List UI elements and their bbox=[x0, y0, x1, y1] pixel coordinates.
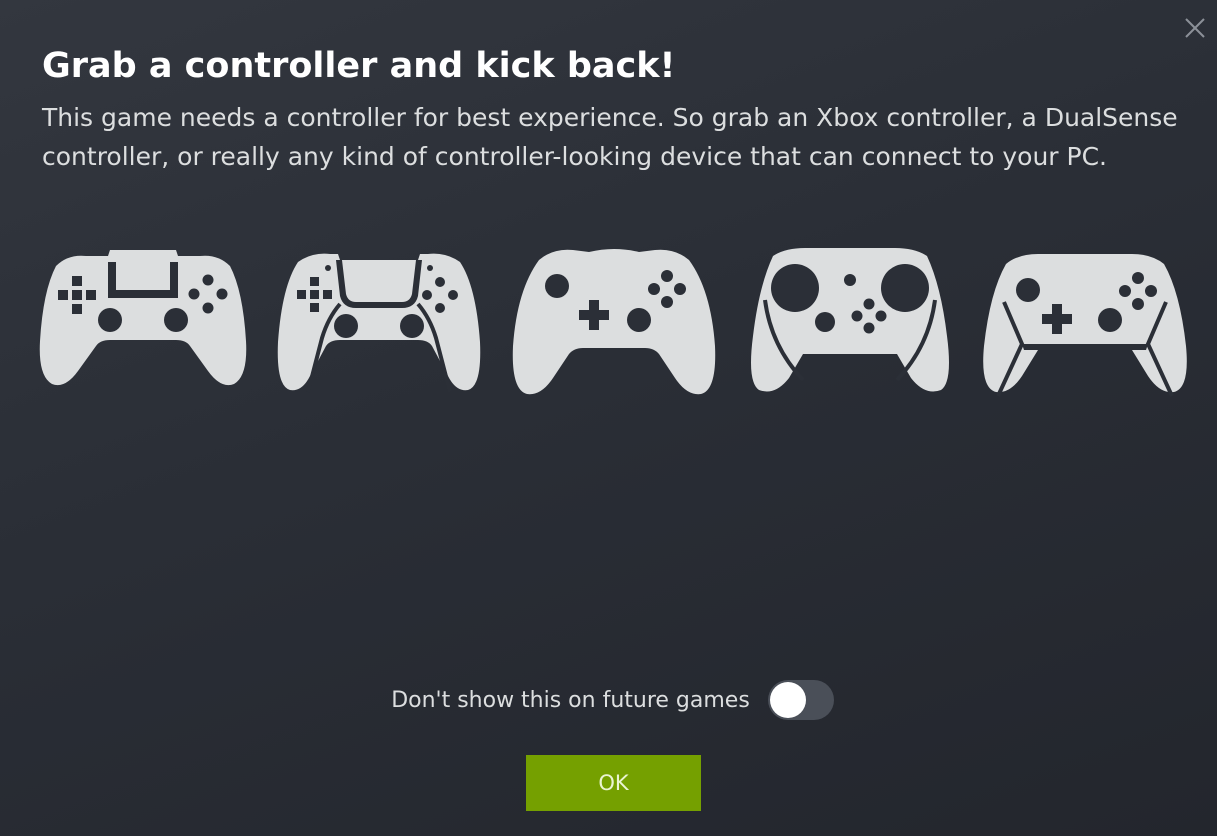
controller-dialog: Grab a controller and kick back! This ga… bbox=[0, 0, 1217, 836]
dont-show-label: Don't show this on future games bbox=[391, 687, 750, 713]
switch-pro-controller-icon bbox=[980, 246, 1190, 398]
close-icon bbox=[1185, 18, 1205, 38]
controller-illustrations bbox=[38, 246, 1190, 398]
dualsense-controller-icon bbox=[274, 246, 484, 398]
dont-show-row: Don't show this on future games bbox=[0, 680, 1217, 720]
dualshock-controller-icon bbox=[38, 246, 248, 398]
dont-show-toggle[interactable] bbox=[767, 680, 834, 720]
close-button[interactable] bbox=[1181, 14, 1209, 42]
dialog-title: Grab a controller and kick back! bbox=[42, 46, 676, 86]
xbox-controller-icon bbox=[509, 246, 719, 398]
ok-button[interactable]: OK bbox=[526, 755, 701, 811]
dialog-description: This game needs a controller for best ex… bbox=[42, 103, 1178, 171]
toggle-knob bbox=[769, 682, 806, 718]
steam-controller-icon bbox=[745, 246, 955, 398]
